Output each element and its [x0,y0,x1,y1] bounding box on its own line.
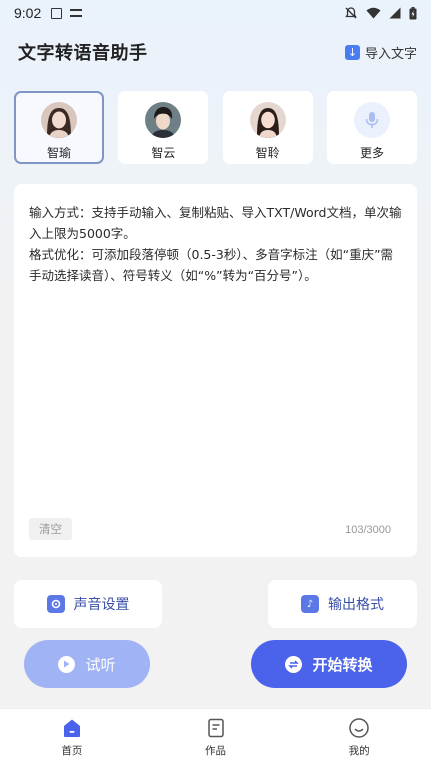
preview-button[interactable]: 试听 [24,640,150,688]
voice-card-more[interactable]: 更多 [326,91,417,164]
home-icon [63,719,80,737]
tab-mine[interactable]: 我的 [287,709,431,766]
convert-icon [285,655,303,673]
voice-settings-label: 声音设置 [73,597,130,613]
avatar [249,102,286,138]
import-text-label: 导入文字 [364,46,417,62]
start-convert-label: 开始转换 [312,655,373,674]
music-note-icon: ♪ [301,595,319,613]
output-format-button[interactable]: ♪ 输出格式 [268,580,417,628]
mute-icon [345,7,357,19]
settings-icon [46,595,65,613]
voice-card-zhiyu[interactable]: 智瑜 [14,91,104,164]
import-icon: ↓ [344,44,360,60]
avatar [41,102,77,138]
output-format-label: 输出格式 [328,597,384,613]
battery-icon [409,6,417,19]
start-convert-button[interactable]: 开始转换 [251,640,407,688]
voice-name: 更多 [359,146,384,160]
avatar [145,102,182,138]
signal-icon [389,7,401,19]
tab-works[interactable]: 作品 [144,709,288,766]
clear-button[interactable]: 清空 [29,518,72,540]
text-editor[interactable]: 输入方式：支持手动输入、复制粘贴、导入TXT/Word文档，单次输入上限为500… [14,184,417,557]
a-icon [51,7,63,19]
header: 文字转语音助手 ↓ 导入文字 [18,36,417,68]
voice-settings-button[interactable]: 声音设置 [14,580,162,628]
voice-name: 智云 [151,146,176,160]
tab-label: 我的 [348,745,370,757]
page-title: 文字转语音助手 [18,43,148,64]
bottom-tab-bar: 首页 作品 我的 [0,708,431,766]
voice-name: 智瑜 [46,146,71,160]
tab-home[interactable]: 首页 [0,709,144,766]
import-text-button[interactable]: ↓ 导入文字 [344,43,417,62]
microphone-icon [353,102,390,138]
voice-card-zhiyun[interactable]: 智云 [118,91,209,164]
document-icon [207,718,224,738]
wifi-icon [366,7,381,19]
editor-text[interactable]: 输入方式：支持手动输入、复制粘贴、导入TXT/Word文档，单次输入上限为500… [29,202,402,286]
play-icon [58,655,76,673]
tab-label: 作品 [205,745,226,757]
tab-label: 首页 [61,745,83,757]
char-count: 103/3000 [345,524,391,536]
voice-selector: 智瑜 智云 智聆 更多 [14,91,417,164]
keyboard-icon [70,9,83,17]
preview-label: 试听 [85,655,116,674]
smiley-icon [349,718,369,738]
status-bar: 9:02 [0,0,431,26]
status-time: 9:02 [14,5,42,21]
voice-card-zhiling[interactable]: 智聆 [222,91,313,164]
voice-name: 智聆 [255,146,280,160]
